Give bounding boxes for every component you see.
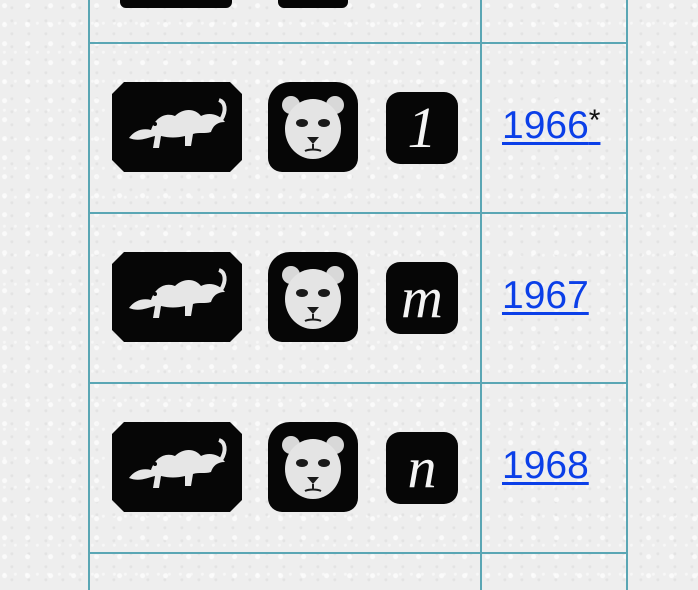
hallmark-table: 1 1966* m 1967 n 1968 (0, 0, 698, 590)
leopard-head-icon (268, 252, 358, 342)
leopard-head-icon (268, 422, 358, 512)
table-cell-year: 1968 (482, 384, 626, 552)
date-letter-icon: m (386, 262, 458, 334)
footnote-marker: * (588, 104, 601, 137)
year-link[interactable]: 1968 (502, 444, 589, 488)
table-row: n (90, 384, 480, 552)
year-link[interactable]: 1966* (502, 104, 600, 148)
table-border-right (626, 0, 628, 590)
lion-passant-icon (120, 0, 232, 8)
year-link-text[interactable]: 1967 (502, 274, 589, 317)
table-cell-year: 1967 (482, 214, 626, 382)
table-cell-year: 1966* (482, 44, 626, 212)
table-row: m (90, 214, 480, 382)
lion-passant-icon (112, 82, 242, 172)
lion-passant-icon (112, 422, 242, 512)
row-divider (88, 552, 628, 554)
leopard-head-icon (268, 82, 358, 172)
date-letter-icon: 1 (386, 92, 458, 164)
leopard-head-icon (278, 0, 348, 8)
year-link-text[interactable]: 1966 (502, 104, 589, 147)
year-link[interactable]: 1967 (502, 274, 589, 318)
lion-passant-icon (112, 252, 242, 342)
table-row: 1 (90, 44, 480, 212)
date-letter-icon: n (386, 432, 458, 504)
year-link-text[interactable]: 1968 (502, 444, 589, 487)
